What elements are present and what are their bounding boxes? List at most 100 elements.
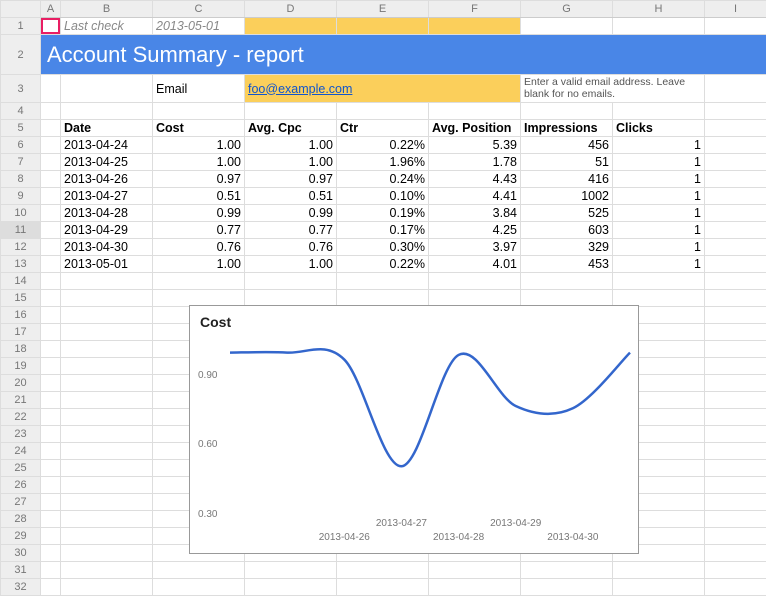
row-header[interactable]: 9 [1, 188, 41, 205]
cell-date[interactable]: 2013-05-01 [61, 256, 153, 273]
cell[interactable] [41, 324, 61, 341]
cell[interactable] [61, 324, 153, 341]
cell[interactable] [61, 358, 153, 375]
cell[interactable] [705, 290, 766, 307]
cell[interactable] [61, 477, 153, 494]
row-header[interactable]: 30 [1, 545, 41, 562]
cell-pos[interactable]: 5.39 [429, 137, 521, 154]
cell[interactable] [521, 562, 613, 579]
cell[interactable] [61, 341, 153, 358]
col-header[interactable]: G [521, 1, 613, 18]
cell-clicks[interactable]: 1 [613, 188, 705, 205]
cell[interactable] [521, 290, 613, 307]
cell-cost[interactable]: 1.00 [153, 256, 245, 273]
col-header[interactable]: A [41, 1, 61, 18]
cell-date[interactable]: 2013-04-24 [61, 137, 153, 154]
cell[interactable] [61, 562, 153, 579]
cell[interactable] [705, 171, 766, 188]
row-header[interactable]: 5 [1, 120, 41, 137]
cell-pos[interactable]: 4.01 [429, 256, 521, 273]
row-header[interactable]: 7 [1, 154, 41, 171]
cell[interactable] [705, 154, 766, 171]
cell[interactable] [705, 256, 766, 273]
cell[interactable] [41, 103, 61, 120]
cell[interactable] [153, 562, 245, 579]
cell[interactable] [41, 222, 61, 239]
cell-pos[interactable]: 4.43 [429, 171, 521, 188]
cell[interactable] [705, 477, 766, 494]
cell[interactable] [41, 562, 61, 579]
cell[interactable] [705, 188, 766, 205]
cell[interactable] [613, 290, 705, 307]
row-header[interactable]: 12 [1, 239, 41, 256]
row-header[interactable]: 26 [1, 477, 41, 494]
cell[interactable] [61, 375, 153, 392]
cell-cost[interactable]: 0.76 [153, 239, 245, 256]
cell-cost[interactable]: 1.00 [153, 154, 245, 171]
cell[interactable] [337, 579, 429, 596]
cell[interactable] [61, 392, 153, 409]
cell-imp[interactable]: 525 [521, 205, 613, 222]
row-header[interactable]: 22 [1, 409, 41, 426]
cell[interactable] [613, 103, 705, 120]
col-header[interactable]: F [429, 1, 521, 18]
cell[interactable] [41, 307, 61, 324]
cell-imp[interactable]: 456 [521, 137, 613, 154]
cell[interactable] [613, 18, 705, 35]
cell-cpc[interactable]: 1.00 [245, 256, 337, 273]
cell[interactable] [153, 273, 245, 290]
cell[interactable] [705, 137, 766, 154]
cell[interactable] [41, 460, 61, 477]
cell[interactable] [41, 375, 61, 392]
cell[interactable] [153, 290, 245, 307]
cell[interactable] [705, 205, 766, 222]
cell[interactable] [705, 494, 766, 511]
row-header[interactable]: 28 [1, 511, 41, 528]
cell-date[interactable]: 2013-04-30 [61, 239, 153, 256]
cell-ctr[interactable]: 0.10% [337, 188, 429, 205]
cell[interactable] [429, 273, 521, 290]
col-header[interactable]: I [705, 1, 766, 18]
cell[interactable] [705, 511, 766, 528]
cell[interactable] [41, 256, 61, 273]
cell-cpc[interactable]: 0.97 [245, 171, 337, 188]
cell[interactable] [705, 307, 766, 324]
row-header[interactable]: 24 [1, 443, 41, 460]
cell[interactable] [705, 324, 766, 341]
cell-ctr[interactable]: 0.17% [337, 222, 429, 239]
cell[interactable] [245, 579, 337, 596]
cell[interactable] [61, 103, 153, 120]
cell[interactable] [41, 511, 61, 528]
row-header[interactable]: 3 [1, 75, 41, 103]
cell[interactable] [705, 528, 766, 545]
cell[interactable] [705, 426, 766, 443]
row-header[interactable]: 18 [1, 341, 41, 358]
cell[interactable] [61, 290, 153, 307]
row-header[interactable]: 11 [1, 222, 41, 239]
cell[interactable] [41, 120, 61, 137]
col-header[interactable]: D [245, 1, 337, 18]
cell[interactable] [521, 18, 613, 35]
row-header[interactable]: 16 [1, 307, 41, 324]
cell[interactable] [41, 273, 61, 290]
row-header[interactable]: 19 [1, 358, 41, 375]
cell[interactable] [61, 409, 153, 426]
row-header[interactable]: 32 [1, 579, 41, 596]
cell[interactable] [41, 409, 61, 426]
col-header[interactable]: C [153, 1, 245, 18]
cell-ctr[interactable]: 0.22% [337, 256, 429, 273]
cell[interactable] [337, 103, 429, 120]
col-date[interactable]: Date [61, 120, 153, 137]
cell-ctr[interactable]: 0.19% [337, 205, 429, 222]
cell[interactable] [41, 494, 61, 511]
cell[interactable] [613, 273, 705, 290]
email-label[interactable]: Email [153, 75, 245, 103]
cell-imp[interactable]: 453 [521, 256, 613, 273]
cell[interactable] [705, 443, 766, 460]
row-header[interactable]: 23 [1, 426, 41, 443]
col-imp[interactable]: Impressions [521, 120, 613, 137]
cell[interactable] [61, 426, 153, 443]
cell-pos[interactable]: 4.25 [429, 222, 521, 239]
cell[interactable] [41, 443, 61, 460]
col-cost[interactable]: Cost [153, 120, 245, 137]
